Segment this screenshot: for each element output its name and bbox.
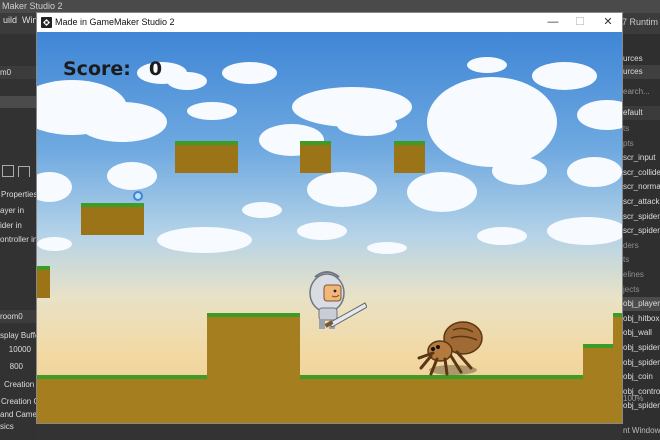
score-display: Score: 0 xyxy=(63,58,162,80)
cloud xyxy=(222,62,277,84)
gamemaker-icon xyxy=(41,17,52,28)
resource-item[interactable]: obj_player xyxy=(622,297,660,312)
cloud xyxy=(467,57,507,73)
layer-tools[interactable] xyxy=(0,164,37,177)
cloud xyxy=(532,62,597,90)
resource-group[interactable]: elines xyxy=(622,268,660,282)
resource-item[interactable]: obj_wall xyxy=(622,326,660,340)
game-window-titlebar[interactable]: Made in GameMaker Studio 2 — ☐ ✕ xyxy=(37,13,622,32)
floating-platform xyxy=(37,266,50,298)
layer-controller-label[interactable]: ontroller xyxy=(0,235,29,244)
ide-status-bar xyxy=(37,423,622,440)
properties-label[interactable]: Properties xyxy=(0,188,37,201)
cloud xyxy=(367,242,407,254)
resource-item[interactable]: scr_collide xyxy=(622,166,660,180)
knight-player-sprite xyxy=(309,271,367,329)
score-label: Score: xyxy=(63,58,131,80)
resource-item[interactable]: scr_attack xyxy=(622,195,660,209)
menu-build[interactable]: uild xyxy=(3,15,17,25)
resource-group[interactable]: ders xyxy=(622,239,660,253)
resources-tab[interactable]: urces xyxy=(622,65,660,79)
creation-code-button[interactable]: Creation C xyxy=(0,378,37,391)
resource-item[interactable]: obj_coin xyxy=(622,370,660,384)
add-layer-icon[interactable] xyxy=(2,165,14,177)
layer-spider-suffix: in xyxy=(15,221,22,230)
cloud xyxy=(547,217,622,245)
resource-group[interactable]: jects xyxy=(622,283,660,297)
resource-item[interactable]: scr_spider xyxy=(622,224,660,238)
cloud xyxy=(77,102,167,142)
resource-item[interactable]: scr_norma xyxy=(622,180,660,194)
cloud xyxy=(37,237,72,251)
cloud xyxy=(307,172,377,207)
game-canvas[interactable]: Score: 0 xyxy=(37,32,622,423)
ground-middle xyxy=(300,375,585,423)
maximize-button[interactable]: ☐ xyxy=(569,14,591,31)
layer-controller: ontroller in xyxy=(0,233,37,246)
zoom-level[interactable]: 100% xyxy=(622,392,660,406)
layer-player: ayer in xyxy=(0,204,37,217)
cloud xyxy=(427,77,557,167)
output-window-tab[interactable]: nt Window xyxy=(622,424,660,438)
resource-item[interactable]: scr_spider xyxy=(622,210,660,224)
cloud xyxy=(107,162,157,190)
minimize-button[interactable]: — xyxy=(542,14,564,31)
coin-sprite xyxy=(133,191,143,201)
ground-right-wall xyxy=(613,313,622,423)
cloud xyxy=(37,172,72,202)
cloud xyxy=(187,102,237,120)
resource-group[interactable]: ts xyxy=(622,122,660,136)
layer-spider: ider in xyxy=(0,219,37,232)
resource-group[interactable]: pts xyxy=(622,137,660,151)
physics-label[interactable]: sics xyxy=(0,420,37,433)
game-window: Made in GameMaker Studio 2 — ☐ ✕ Score: … xyxy=(37,13,622,423)
layer-selected-row[interactable] xyxy=(0,96,37,108)
ground-left xyxy=(37,375,207,423)
cloud xyxy=(407,172,477,212)
spider-enemy-sprite xyxy=(417,321,483,376)
room-height-field[interactable]: 800 xyxy=(0,360,37,373)
layer-player-label[interactable]: ayer xyxy=(0,206,16,215)
ground-right-step xyxy=(583,344,615,423)
resource-item[interactable]: obj_spider xyxy=(622,341,660,355)
floating-platform xyxy=(81,203,144,235)
score-value: 0 xyxy=(148,58,163,80)
resource-search-input[interactable]: earch... xyxy=(622,85,660,99)
floating-platform xyxy=(175,141,238,173)
game-window-title: Made in GameMaker Studio 2 xyxy=(55,17,175,27)
ide-title-bar: Maker Studio 2 xyxy=(0,0,660,13)
resources-header: urces xyxy=(623,54,643,63)
cloud xyxy=(567,157,622,187)
room-editor-panel: m0 Properties ayer in ider in ontroller … xyxy=(0,34,37,440)
add-instance-icon[interactable] xyxy=(18,166,31,177)
close-button[interactable]: ✕ xyxy=(597,14,619,31)
cloud xyxy=(297,222,347,240)
display-buffer-label: splay Buffe xyxy=(0,331,37,340)
ide-title: Maker Studio 2 xyxy=(2,1,63,11)
resource-filter-select[interactable]: efault xyxy=(622,106,660,120)
room-tab[interactable]: m0 xyxy=(0,66,37,79)
cloud xyxy=(157,227,252,253)
runtime-tab[interactable]: 7 Runtim xyxy=(622,17,658,27)
layer-spider-label[interactable]: ider xyxy=(0,221,13,230)
cloud xyxy=(577,100,622,130)
ground-step xyxy=(207,313,300,423)
cloud xyxy=(167,72,207,90)
room-width-field[interactable]: 10000 xyxy=(0,343,37,356)
floating-platform xyxy=(300,141,331,173)
resource-item[interactable]: obj_spider xyxy=(622,356,660,370)
creation-order-button[interactable]: Creation Or xyxy=(0,395,37,408)
resource-tree-panel: urces urces earch... efault ts pts scr_inp… xyxy=(622,34,660,440)
cloud xyxy=(337,114,397,136)
cloud xyxy=(477,227,527,245)
cloud xyxy=(492,157,547,185)
layer-player-suffix: in xyxy=(17,206,25,215)
room-name-label[interactable]: room0 xyxy=(0,310,37,323)
cloud xyxy=(242,202,282,218)
resource-group[interactable]: ts xyxy=(622,253,660,267)
floating-platform xyxy=(394,141,425,173)
resource-item[interactable]: scr_input xyxy=(622,151,660,165)
resource-item[interactable]: obj_hitbox xyxy=(622,312,660,326)
